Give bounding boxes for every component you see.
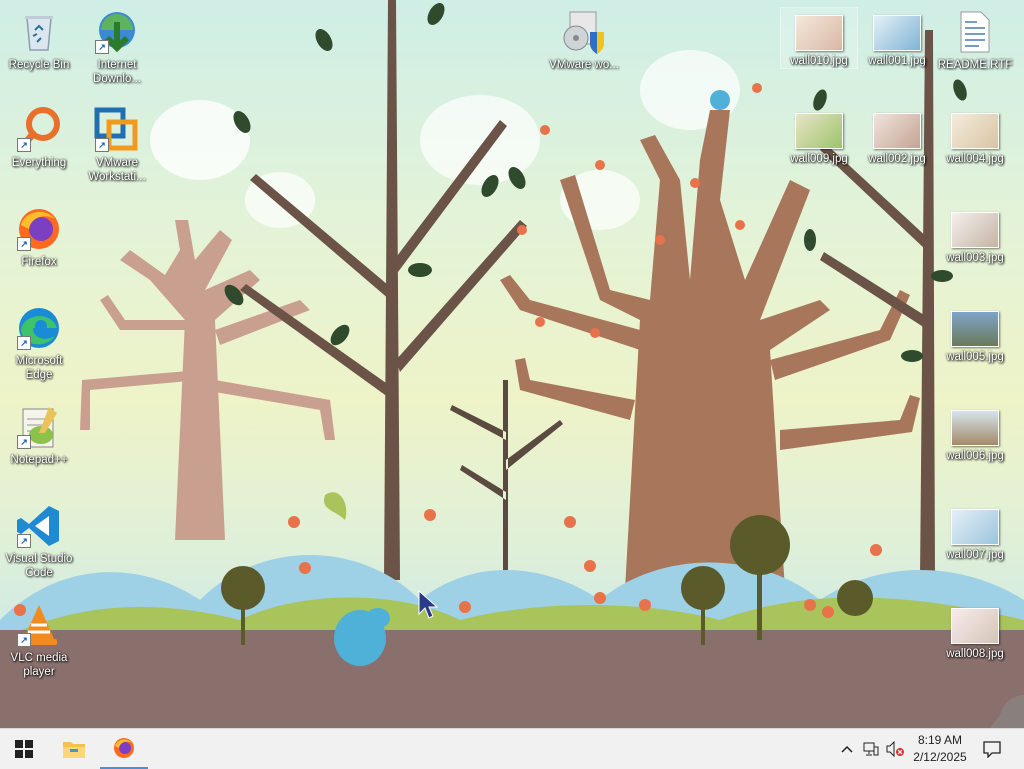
file-explorer-icon xyxy=(63,742,85,758)
desktop-file-readme[interactable]: README.RTF xyxy=(937,8,1013,72)
download-manager-icon: ↗ xyxy=(93,8,141,56)
desktop-icon-label: README.RTF xyxy=(937,59,1013,71)
desktop-icon-label: wall003.jpg xyxy=(946,252,1004,264)
taskbar: 8:19 AM 2/12/2025 xyxy=(0,728,1024,769)
shortcut-arrow-icon: ↗ xyxy=(17,534,31,548)
image-thumbnail xyxy=(951,608,999,644)
desktop-file-wall008[interactable]: wall008.jpg xyxy=(937,601,1013,661)
desktop-file-wall005[interactable]: wall005.jpg xyxy=(937,304,1013,364)
network-icon xyxy=(863,742,879,756)
image-thumbnail xyxy=(951,212,999,248)
desktop-file-wall003[interactable]: wall003.jpg xyxy=(937,205,1013,265)
recycle-bin-icon xyxy=(15,8,63,56)
desktop-file-wall006[interactable]: wall006.jpg xyxy=(937,403,1013,463)
desktop-icon-vlc[interactable]: ↗ VLC media player xyxy=(1,601,77,679)
edge-icon: ↗ xyxy=(15,304,63,352)
notepadpp-icon: ↗ xyxy=(15,403,63,451)
shortcut-arrow-icon: ↗ xyxy=(17,435,31,449)
desktop-icon-label: Everything xyxy=(11,157,67,169)
shortcut-arrow-icon: ↗ xyxy=(17,138,31,152)
vscode-icon: ↗ xyxy=(15,502,63,550)
desktop-icon-firefox[interactable]: ↗ Firefox xyxy=(1,205,77,269)
desktop-icon-label: VLC media player xyxy=(10,652,68,678)
image-thumbnail xyxy=(951,509,999,545)
desktop-file-wall010[interactable]: wall010.jpg xyxy=(780,7,858,69)
desktop[interactable]: Recycle Bin ↗ Internet Downlo... ↗ Every… xyxy=(0,0,1024,728)
vmware-workstation-icon: ↗ xyxy=(93,106,141,154)
image-thumbnail xyxy=(873,113,921,149)
desktop-icon-vmware-installer[interactable]: VMware wo... xyxy=(546,8,622,72)
desktop-icon-label: Notepad++ xyxy=(10,454,68,466)
desktop-icon-label: wall008.jpg xyxy=(946,648,1004,660)
firefox-icon xyxy=(114,738,134,758)
desktop-file-wall001[interactable]: wall001.jpg xyxy=(859,8,935,68)
firefox-icon: ↗ xyxy=(15,205,63,253)
desktop-icon-label: Microsoft Edge xyxy=(15,355,63,381)
desktop-icon-label: wall007.jpg xyxy=(946,549,1004,561)
start-windows-icon xyxy=(15,740,33,758)
taskbar-firefox[interactable] xyxy=(100,729,148,769)
desktop-file-wall007[interactable]: wall007.jpg xyxy=(937,502,1013,562)
desktop-icon-label: wall002.jpg xyxy=(868,153,926,165)
desktop-icon-notepadpp[interactable]: ↗ Notepad++ xyxy=(1,403,77,467)
clock-date: 2/12/2025 xyxy=(913,750,967,764)
desktop-icon-label: wall004.jpg xyxy=(946,153,1004,165)
desktop-icon-everything[interactable]: ↗ Everything xyxy=(1,106,77,170)
desktop-icon-label: VMware wo... xyxy=(549,59,619,71)
everything-search-icon: ↗ xyxy=(15,106,63,154)
desktop-icon-label: wall001.jpg xyxy=(868,55,926,67)
mouse-cursor-icon xyxy=(418,590,438,619)
desktop-icon-label: wall005.jpg xyxy=(946,351,1004,363)
desktop-icon-label: wall010.jpg xyxy=(790,55,848,67)
tray-network-button[interactable] xyxy=(860,729,882,769)
tray-volume-button[interactable] xyxy=(884,729,906,769)
volume-muted-icon xyxy=(886,741,904,757)
desktop-icon-label: Recycle Bin xyxy=(8,59,70,71)
desktop-icon-label: VMware Workstati... xyxy=(88,157,146,183)
image-thumbnail xyxy=(795,113,843,149)
image-thumbnail xyxy=(951,113,999,149)
image-thumbnail xyxy=(795,15,843,51)
desktop-icon-internet-download-manager[interactable]: ↗ Internet Downlo... xyxy=(79,8,155,86)
image-thumbnail xyxy=(951,311,999,347)
shortcut-arrow-icon: ↗ xyxy=(17,633,31,647)
shortcut-arrow-icon: ↗ xyxy=(95,138,109,152)
rtf-document-icon xyxy=(951,8,999,56)
taskbar-file-explorer[interactable] xyxy=(50,729,98,769)
vlc-icon: ↗ xyxy=(15,601,63,649)
desktop-icon-label: wall009.jpg xyxy=(790,153,848,165)
taskbar-clock[interactable]: 8:19 AM 2/12/2025 xyxy=(905,732,975,766)
notification-center-button[interactable] xyxy=(976,729,1008,769)
desktop-icon-microsoft-edge[interactable]: ↗ Microsoft Edge xyxy=(1,304,77,382)
vmware-setup-icon xyxy=(560,8,608,56)
image-thumbnail xyxy=(951,410,999,446)
start-button[interactable] xyxy=(0,729,48,769)
notification-icon xyxy=(983,741,1001,758)
desktop-file-wall004[interactable]: wall004.jpg xyxy=(937,106,1013,166)
tray-overflow-button[interactable] xyxy=(836,729,858,769)
desktop-icon-label: Visual Studio Code xyxy=(5,553,73,579)
chevron-up-icon xyxy=(841,745,853,753)
desktop-file-wall009[interactable]: wall009.jpg xyxy=(781,106,857,166)
desktop-icon-label: Internet Downlo... xyxy=(93,59,141,85)
clock-time: 8:19 AM xyxy=(917,733,963,747)
desktop-file-wall002[interactable]: wall002.jpg xyxy=(859,106,935,166)
desktop-icon-label: Firefox xyxy=(21,256,57,268)
desktop-icon-label: wall006.jpg xyxy=(946,450,1004,462)
shortcut-arrow-icon: ↗ xyxy=(17,237,31,251)
desktop-icon-vscode[interactable]: ↗ Visual Studio Code xyxy=(1,502,77,580)
desktop-icon-recycle-bin[interactable]: Recycle Bin xyxy=(1,8,77,72)
image-thumbnail xyxy=(873,15,921,51)
shortcut-arrow-icon: ↗ xyxy=(17,336,31,350)
shortcut-arrow-icon: ↗ xyxy=(95,40,109,54)
desktop-icon-vmware-workstation[interactable]: ↗ VMware Workstati... xyxy=(79,106,155,184)
